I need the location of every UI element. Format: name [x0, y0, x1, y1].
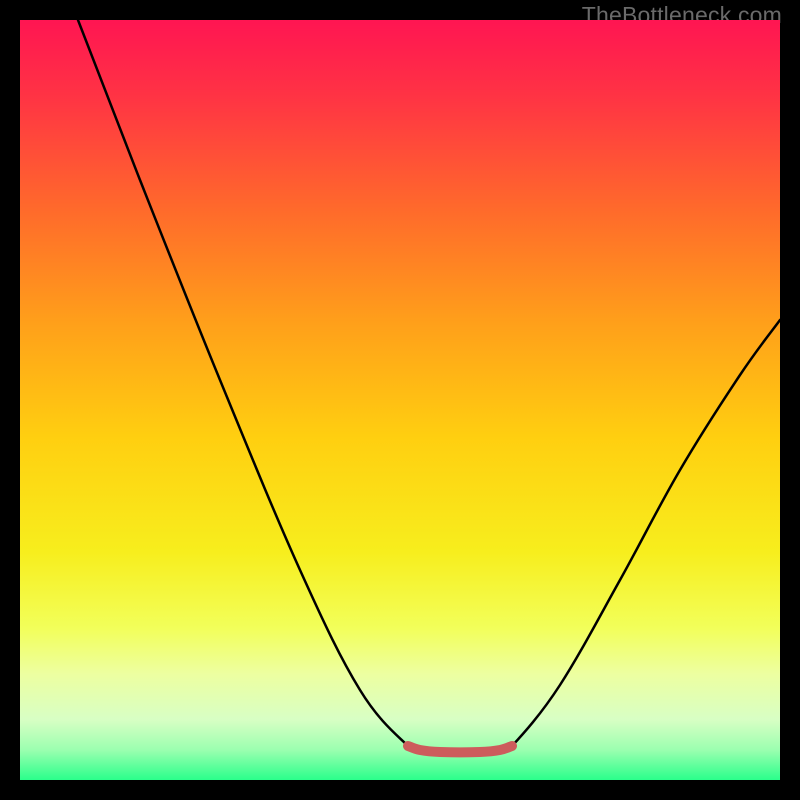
plot-area — [20, 20, 780, 780]
curve-layer — [20, 20, 780, 780]
chart-container: TheBottleneck.com — [0, 0, 800, 800]
optimal-flat-region — [408, 746, 512, 752]
bottleneck-curve — [78, 20, 780, 752]
